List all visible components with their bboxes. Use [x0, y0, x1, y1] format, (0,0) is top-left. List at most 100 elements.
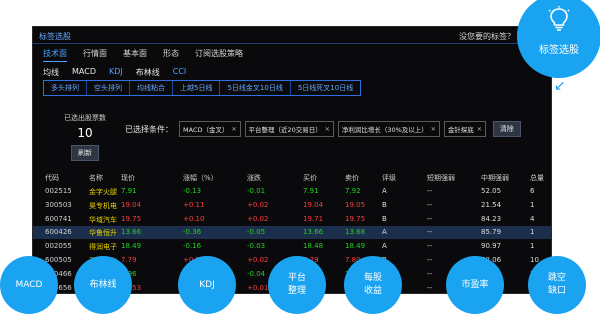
main-tab[interactable]: 行情面	[83, 48, 107, 62]
cell-rate: B	[382, 200, 387, 209]
window-title: 标签选股	[39, 32, 71, 41]
feature-bubble: 平台 整理	[268, 256, 326, 314]
cell-buy: 19.04	[303, 200, 324, 209]
selected-conditions-label: 已选择条件：	[125, 124, 173, 134]
cell-code: 002515	[45, 187, 72, 195]
remove-condition-icon[interactable]: ✕	[431, 126, 436, 133]
cell-name: 昊专机电	[89, 201, 117, 210]
selected-condition-tag: 净利润比增长（30%及以上） ✕	[337, 121, 440, 137]
cell-short: --	[427, 228, 433, 237]
feature-bubble: KDJ	[178, 256, 236, 314]
cell-name: 华域汽车	[89, 215, 117, 224]
cell-total: 1	[530, 228, 535, 237]
missing-tag-link[interactable]: 没您要的标签？	[459, 31, 515, 42]
indicator-tab[interactable]: MACD	[72, 67, 96, 81]
cell-zd: -0.05	[247, 228, 266, 237]
cell-chg: -0.16	[183, 242, 202, 251]
remove-condition-icon[interactable]: ✕	[231, 126, 236, 133]
column-header[interactable]: 评级	[382, 173, 396, 183]
column-header[interactable]: 代码	[45, 173, 59, 183]
column-header[interactable]: 中期强弱	[481, 173, 509, 183]
cell-price: 19.04	[121, 200, 142, 209]
cell-price: 13.66	[121, 228, 142, 237]
cell-buy: 7.91	[303, 187, 319, 195]
cell-short: --	[427, 214, 433, 223]
cell-mid: 21.54	[481, 200, 502, 209]
cell-total: 4	[530, 214, 535, 223]
column-header[interactable]: 涨幅（%）	[183, 173, 218, 183]
cell-sell: 7.92	[345, 187, 361, 195]
indicator-tab[interactable]: KDJ	[109, 67, 123, 81]
cell-total: 1	[530, 242, 535, 251]
table-row[interactable]: 002515 金字火腿 7.91 -0.13 -0.01 7.91 7.92 A -- 52.05…	[33, 185, 551, 198]
feature-bubble-label: 跳空 缺口	[547, 273, 566, 296]
cell-price: 19.75	[121, 214, 142, 223]
table-row[interactable]: 002055 得润电子 18.49 -0.16 -0.03 18.48 18.49 A -- 90…	[33, 240, 551, 253]
remove-condition-icon[interactable]: ✕	[477, 126, 482, 133]
cell-rate: A	[382, 242, 387, 251]
feature-bubble: 跳空 缺口	[528, 256, 586, 314]
condition-chip[interactable]: 空头排列	[87, 81, 130, 95]
feature-bubble-label: 市盈率	[461, 279, 489, 290]
selected-condition-text: 平台整理（近20交易日）	[248, 126, 322, 134]
arrow-down-left-icon: ↙	[554, 78, 566, 94]
title-bar: 标签选股 没您要的标签？	[33, 27, 551, 44]
column-header[interactable]: 现价	[121, 173, 135, 183]
refresh-button[interactable]: 刷新	[71, 145, 99, 161]
cell-chg: -0.13	[183, 187, 202, 195]
cell-code: 600741	[45, 214, 72, 223]
column-header[interactable]: 买价	[303, 173, 317, 183]
cell-sell: 18.49	[345, 242, 366, 251]
main-tab[interactable]: 基本面	[123, 48, 147, 62]
indicator-tab[interactable]: CCI	[173, 67, 187, 81]
main-tab[interactable]: 技术面	[43, 48, 67, 62]
cell-zd: -0.04	[247, 269, 266, 278]
condition-chip[interactable]: 5日线死叉10日线	[291, 81, 360, 95]
cell-mid: 84.23	[481, 214, 502, 223]
cell-sell: 13.68	[345, 228, 366, 237]
table-row[interactable]: 300503 昊专机电 19.04 +0.11 +0.02 19.04 19.05 B -- 21…	[33, 199, 551, 212]
cell-short: --	[427, 283, 433, 292]
feature-bubble-label: 布林线	[89, 279, 117, 290]
cell-price: 7.79	[121, 256, 137, 264]
condition-chip[interactable]: 多头排列	[44, 81, 87, 95]
condition-chip[interactable]: 均线粘合	[130, 81, 173, 95]
tag-selection-bubble: 标签选股	[517, 0, 600, 78]
cell-sell: 19.05	[345, 200, 366, 209]
cell-rate: B	[382, 214, 387, 223]
main-tab[interactable]: 形态	[163, 48, 179, 62]
cell-code: 600505	[45, 256, 72, 264]
feature-bubble: 每股 收益	[344, 256, 402, 314]
cell-buy: 19.71	[303, 214, 324, 223]
cell-zd: +0.01	[247, 283, 269, 292]
cell-zd: -0.03	[247, 242, 266, 251]
main-tab[interactable]: 订阅选股策略	[195, 48, 243, 62]
column-header[interactable]: 短期强弱	[427, 173, 455, 183]
condition-chip[interactable]: 5日线金叉10日线	[220, 81, 291, 95]
column-header[interactable]: 总量	[530, 173, 544, 183]
cell-zd: -0.01	[247, 187, 266, 195]
indicator-tab[interactable]: 布林线	[136, 67, 160, 81]
column-header[interactable]: 涨跌	[247, 173, 261, 183]
column-header[interactable]: 名称	[89, 173, 103, 183]
lightbulb-icon	[548, 6, 570, 31]
table-row[interactable]: 600741 华域汽车 19.75 +0.10 +0.02 19.71 19.75 B -- 84…	[33, 213, 551, 226]
cell-code: 300503	[45, 200, 72, 209]
clear-conditions-button[interactable]: 清除	[492, 121, 521, 137]
stock-picker-window: 标签选股 没您要的标签？ 技术面 行情面 基本面 形态 订阅选股策略 均线 MACD KDJ…	[32, 26, 552, 294]
cell-buy: 13.66	[303, 228, 324, 237]
cell-rate: A	[382, 187, 387, 195]
cell-short: --	[427, 200, 433, 209]
result-count-label: 已选出股票数	[64, 114, 106, 122]
cell-mid: 52.05	[481, 187, 502, 195]
cell-buy: 18.48	[303, 242, 324, 251]
cell-mid: 90.97	[481, 242, 502, 251]
condition-chip[interactable]: 上越5日线	[173, 81, 221, 95]
remove-condition-icon[interactable]: ✕	[325, 126, 330, 133]
cell-name: 得润电子	[89, 243, 117, 252]
main-tabs: 技术面 行情面 基本面 形态 订阅选股策略	[43, 48, 243, 62]
indicator-tab[interactable]: 均线	[43, 67, 59, 81]
cell-chg: +0.11	[183, 200, 205, 209]
table-row[interactable]: 600426 华鲁恒升 13.66 -0.36 -0.05 13.66 13.68 A -- 85…	[33, 226, 551, 240]
column-header[interactable]: 卖价	[345, 173, 359, 183]
